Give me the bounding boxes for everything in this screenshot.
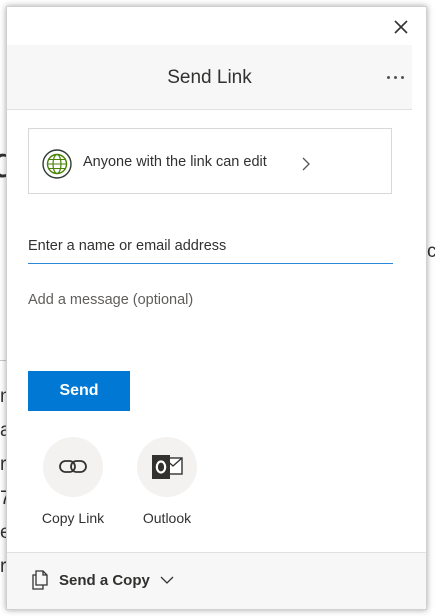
message-input[interactable]: [28, 292, 393, 336]
send-button[interactable]: Send: [28, 371, 130, 411]
link-permission-selector[interactable]: Anyone with the link can edit: [28, 128, 392, 194]
send-link-dialog: Send Link Anyone with the link can edit …: [6, 6, 427, 610]
send-a-copy-button[interactable]: Send a Copy: [31, 570, 174, 590]
dialog-title: Send Link: [167, 67, 252, 88]
copy-link-button[interactable]: [43, 437, 103, 497]
outlook-label: Outlook: [142, 510, 192, 526]
outlook-option[interactable]: Outlook: [122, 437, 212, 526]
copy-document-icon: [32, 570, 48, 590]
close-icon: [394, 20, 408, 34]
more-options-icon: [386, 75, 390, 79]
copy-link-option[interactable]: Copy Link: [28, 437, 118, 526]
recipient-input[interactable]: [28, 229, 393, 264]
outlook-icon: [152, 455, 183, 479]
chevron-right-icon: [302, 157, 310, 171]
chevron-down-icon: [160, 576, 174, 584]
dialog-footer: Send a Copy: [7, 552, 426, 609]
globe-icon: [42, 149, 72, 179]
link-icon: [59, 460, 87, 473]
permission-label: Anyone with the link can edit: [83, 154, 267, 170]
outlook-button[interactable]: [137, 437, 197, 497]
background-text-fragment: c: [427, 241, 435, 262]
copy-link-label: Copy Link: [41, 510, 105, 526]
close-button[interactable]: [390, 16, 412, 38]
more-options-button[interactable]: [382, 67, 408, 87]
scrollbar-track[interactable]: [412, 109, 426, 559]
send-a-copy-label: Send a Copy: [59, 571, 150, 589]
dialog-header: Send Link: [7, 45, 412, 110]
